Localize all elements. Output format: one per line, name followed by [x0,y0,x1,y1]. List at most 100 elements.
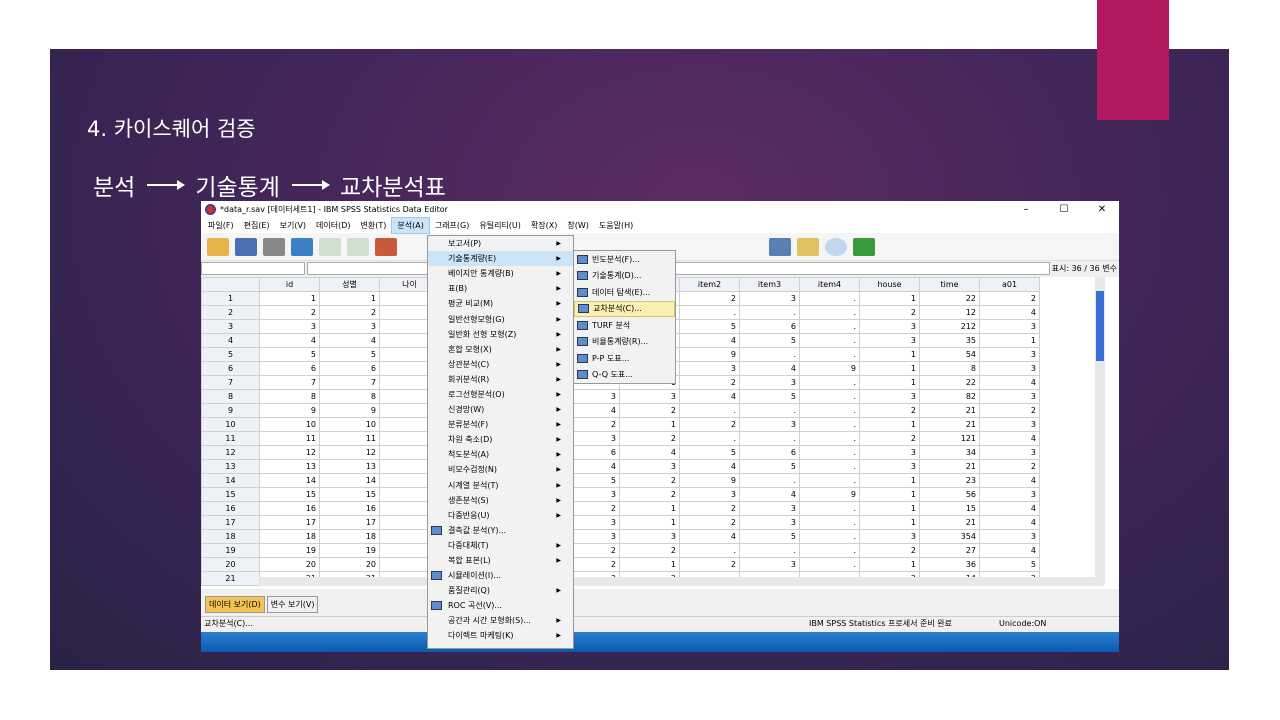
data-cell[interactable]: 8 [259,389,320,404]
cell-name-box[interactable] [201,261,305,275]
data-cell[interactable]: 5 [739,459,800,474]
data-cell[interactable]: . [799,431,860,446]
data-cell[interactable]: 13 [259,459,320,474]
data-cell[interactable]: 2 [679,501,740,516]
analyze-menu-item[interactable]: 품질관리(Q) ▶ [428,583,573,598]
row-number[interactable]: 10 [201,417,260,432]
data-cell[interactable]: 3 [259,319,320,334]
row-number[interactable]: 11 [201,431,260,446]
data-cell[interactable]: 4 [259,333,320,348]
data-cell[interactable]: 34 [919,445,980,460]
data-cell[interactable]: 3 [739,291,800,306]
data-cell[interactable]: 1 [859,515,920,530]
data-cell[interactable]: . [799,291,860,306]
data-cell[interactable]: 1 [859,557,920,572]
data-cell[interactable]: . [739,305,800,320]
data-cell[interactable]: 3 [619,389,680,404]
row-number[interactable]: 4 [201,333,260,348]
data-cell[interactable]: 2 [979,403,1040,418]
data-cell[interactable]: 3 [859,319,920,334]
submenu-item[interactable]: 기술통계(D)... [574,268,675,285]
menu-item[interactable]: 변환(T) [356,218,392,233]
analyze-menu-item[interactable]: 다중대체(T) ▶ [428,538,573,553]
data-cell[interactable]: . [799,543,860,558]
row-number[interactable]: 16 [201,501,260,516]
analyze-menu-item[interactable]: 복합 표본(L) ▶ [428,553,573,568]
data-cell[interactable]: 16 [259,501,320,516]
analyze-menu-item[interactable]: 다이렉트 마케팅(K) ▶ [428,628,573,643]
data-cell[interactable]: 2 [259,305,320,320]
search-icon[interactable] [825,237,847,256]
data-cell[interactable]: . [739,543,800,558]
row-number[interactable]: 8 [201,389,260,404]
data-cell[interactable]: 21 [919,417,980,432]
data-cell[interactable]: 3 [979,319,1040,334]
data-cell[interactable]: 6 [259,361,320,376]
data-cell[interactable]: . [679,543,740,558]
data-cell[interactable]: 3 [979,361,1040,376]
column-header[interactable]: item3 [739,277,800,292]
data-cell[interactable]: 27 [919,543,980,558]
data-cell[interactable]: 13 [319,459,380,474]
row-number[interactable]: 12 [201,445,260,460]
row-number[interactable]: 20 [201,557,260,572]
row-number[interactable]: 19 [201,543,260,558]
data-cell[interactable]: 2 [679,291,740,306]
data-cell[interactable]: 21 [919,515,980,530]
data-cell[interactable]: 4 [319,333,380,348]
data-cell[interactable]: 4 [739,361,800,376]
data-cell[interactable]: 2 [319,305,380,320]
analyze-menu-item[interactable]: 회귀분석(R) ▶ [428,372,573,387]
data-cell[interactable]: 15 [319,487,380,502]
menu-item[interactable]: 도움말(H) [594,218,638,233]
analyze-menu-item[interactable]: 결측값 분석(Y)... [428,523,573,538]
data-cell[interactable]: 2 [859,305,920,320]
data-cell[interactable]: 3 [739,515,800,530]
data-cell[interactable]: . [799,305,860,320]
data-cell[interactable]: . [679,305,740,320]
row-number[interactable]: 7 [201,375,260,390]
data-cell[interactable]: 3 [979,445,1040,460]
data-cell[interactable]: . [679,431,740,446]
column-header[interactable]: 성별 [319,277,380,292]
data-cell[interactable]: 3 [739,557,800,572]
data-cell[interactable]: 12 [259,445,320,460]
submenu-item[interactable]: 빈도분석(F)... [574,251,675,268]
data-cell[interactable]: 4 [979,543,1040,558]
data-cell[interactable]: 16 [319,501,380,516]
menu-item[interactable]: 편집(E) [239,218,275,233]
data-cell[interactable]: 6 [739,445,800,460]
data-cell[interactable]: 4 [679,333,740,348]
data-cell[interactable]: 5 [979,557,1040,572]
menu-item[interactable]: 확장(X) [526,218,562,233]
data-cell[interactable]: 1 [859,501,920,516]
data-cell[interactable]: . [799,473,860,488]
menu-item[interactable]: 유틸리티(U) [474,218,526,233]
data-cell[interactable]: 35 [919,333,980,348]
data-cell[interactable]: . [739,347,800,362]
column-header[interactable]: item2 [679,277,740,292]
data-cell[interactable]: . [799,529,860,544]
data-cell[interactable]: 1 [319,291,380,306]
data-cell[interactable]: 4 [979,473,1040,488]
undo-icon[interactable] [319,237,341,256]
data-cell[interactable]: 3 [739,375,800,390]
analyze-menu-item[interactable]: 평균 비교(M) ▶ [428,296,573,311]
data-cell[interactable]: 2 [679,375,740,390]
data-cell[interactable]: 3 [739,417,800,432]
data-cell[interactable]: 10 [319,417,380,432]
data-cell[interactable]: 3 [859,529,920,544]
data-cell[interactable]: 1 [619,417,680,432]
analyze-menu-item[interactable]: 공간과 시간 모형화(S)... ▶ [428,613,573,628]
data-cell[interactable]: 21 [919,403,980,418]
data-cell[interactable]: 3 [739,501,800,516]
data-cell[interactable]: 9 [679,473,740,488]
data-cell[interactable]: . [739,473,800,488]
data-cell[interactable]: 22 [919,375,980,390]
data-cell[interactable]: 4 [979,305,1040,320]
data-cell[interactable]: 2 [679,557,740,572]
save-icon[interactable] [235,237,257,256]
data-cell[interactable]: 11 [259,431,320,446]
data-cell[interactable]: 22 [919,291,980,306]
submenu-item[interactable]: Q-Q 도표... [574,367,675,384]
